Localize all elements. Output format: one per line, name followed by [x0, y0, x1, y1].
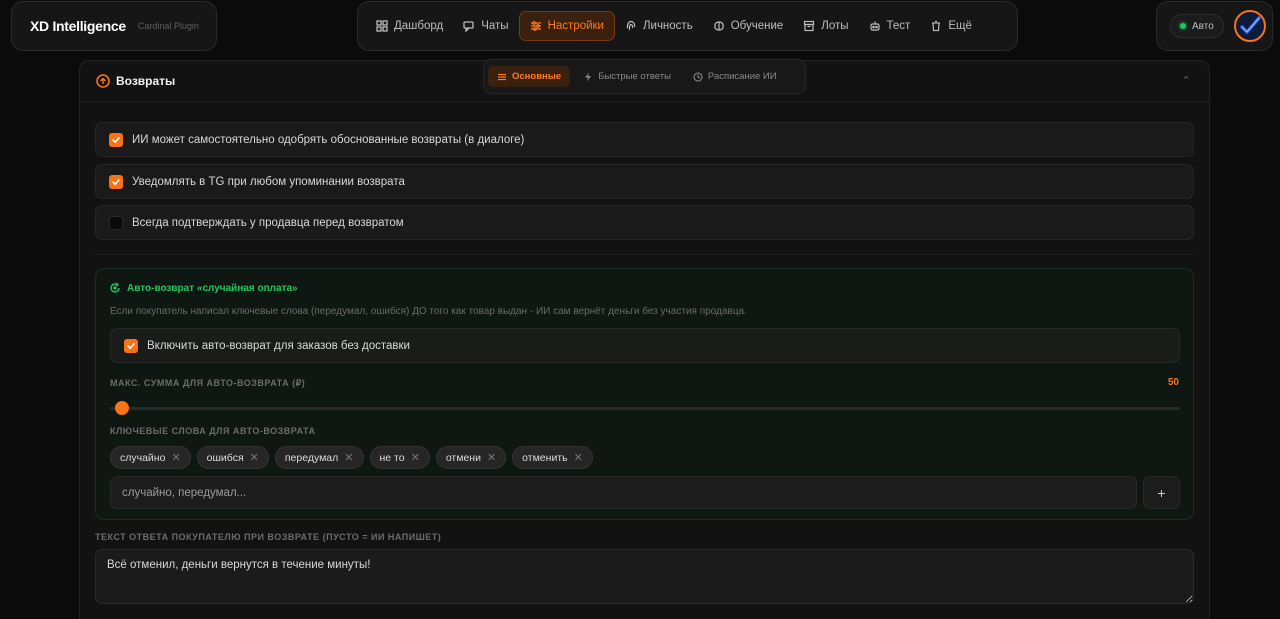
- tab-label: Быстрые ответы: [598, 71, 671, 82]
- remove-icon[interactable]: ✕: [250, 451, 259, 464]
- keyword-text: передумал: [284, 451, 339, 464]
- trash-icon: [932, 20, 941, 32]
- nav-label: Дашборд: [394, 20, 444, 32]
- nav-label: Личность: [642, 20, 693, 32]
- settings-subtabs: Основные Быстрые ответы Расписание ИИ: [483, 59, 806, 94]
- auto-refund-section: Авто-возврат «случайная оплата» Если пок…: [95, 268, 1194, 520]
- nav-label: Ещё: [948, 20, 972, 32]
- divider: [95, 254, 1194, 255]
- checkbox-checked[interactable]: [109, 132, 123, 147]
- checkbox-checked[interactable]: [124, 338, 138, 353]
- nav-item-dashboard[interactable]: Дашборд: [366, 11, 453, 41]
- avatar[interactable]: [1233, 10, 1266, 42]
- tab-label: Расписание ИИ: [707, 71, 777, 82]
- keyword-input[interactable]: [110, 476, 1137, 509]
- nav-item-training[interactable]: Обучение: [703, 11, 794, 41]
- remove-icon[interactable]: ✕: [411, 451, 420, 464]
- add-keyword-button[interactable]: +: [1143, 476, 1180, 509]
- option-label: ИИ может самостоятельно одобрять обоснов…: [132, 133, 525, 146]
- max-sum-label: Макс. сумма для авто-возврата (₽): [110, 378, 306, 388]
- keyword-tag: отменить ✕: [512, 446, 593, 469]
- nav-label: Чаты: [481, 20, 509, 32]
- option-label: Включить авто-возврат для заказов без до…: [147, 339, 410, 352]
- nav-item-lots[interactable]: Лоты: [793, 11, 858, 41]
- chevron-up-icon[interactable]: ⌃: [1182, 74, 1191, 87]
- chat-icon: [463, 21, 474, 32]
- dashboard-icon: [376, 20, 388, 32]
- checkbox-checked[interactable]: [109, 174, 123, 189]
- nav-label: Настройки: [547, 20, 604, 32]
- tab-basic[interactable]: Основные: [488, 66, 571, 87]
- keyword-tag: ошибся ✕: [196, 446, 269, 469]
- auto-refund-title: Авто-возврат «случайная оплата»: [109, 282, 298, 294]
- max-sum-value: 50: [1167, 377, 1179, 388]
- brand-subtitle: Cardinal Plugin: [137, 21, 199, 31]
- checkbox-unchecked[interactable]: [109, 215, 123, 230]
- nav-item-chats[interactable]: Чаты: [453, 11, 518, 41]
- max-sum-slider[interactable]: [110, 401, 1180, 415]
- option-always-confirm[interactable]: Всегда подтверждать у продавца перед воз…: [95, 205, 1194, 240]
- keyword-tag: передумал ✕: [274, 446, 364, 469]
- option-label: Уведомлять в TG при любом упоминании воз…: [132, 175, 405, 188]
- option-label: Всегда подтверждать у продавца перед воз…: [132, 216, 404, 229]
- clock-icon: [693, 71, 703, 82]
- nav-item-more[interactable]: Ещё: [920, 11, 982, 41]
- settings-sliders-icon: [530, 21, 541, 31]
- brand-name: XD Intelligence: [30, 18, 126, 34]
- keyword-text: отменить: [522, 451, 568, 464]
- fingerprint-icon: [626, 20, 636, 31]
- panel-title: Возвраты: [96, 74, 175, 88]
- nav-item-test[interactable]: Тест: [859, 11, 921, 41]
- refund-icon: [96, 74, 110, 88]
- remove-icon[interactable]: ✕: [344, 451, 353, 464]
- brand-box: XD Intelligence Cardinal Plugin: [11, 1, 217, 51]
- main-nav: Дашборд Чаты Настройки Личность Обучение…: [357, 1, 1018, 51]
- option-notify-tg[interactable]: Уведомлять в TG при любом упоминании воз…: [95, 164, 1194, 199]
- keyword-tags: случайно ✕ ошибся ✕ передумал ✕ не то ✕ отме…: [110, 446, 593, 469]
- brain-icon: [713, 21, 724, 31]
- remove-icon[interactable]: ✕: [574, 451, 583, 464]
- status-dot-icon: [1180, 23, 1186, 29]
- tab-quick-replies[interactable]: Быстрые ответы: [574, 66, 680, 87]
- keyword-tag: случайно ✕: [110, 446, 191, 469]
- user-box: Авто: [1156, 1, 1273, 51]
- keywords-label: Ключевые слова для авто-возврата: [110, 426, 316, 436]
- nav-label: Лоты: [821, 20, 849, 32]
- keyword-text: отмени: [445, 451, 481, 464]
- remove-icon[interactable]: ✕: [171, 451, 180, 464]
- checkmark-logo-icon: [1240, 16, 1261, 34]
- nav-label: Обучение: [730, 20, 784, 32]
- robot-icon: [869, 21, 880, 31]
- tab-label: Основные: [512, 71, 562, 82]
- auto-mode-label: Авто: [1192, 20, 1214, 32]
- lightning-icon: [585, 72, 592, 81]
- option-ai-approve-refunds[interactable]: ИИ может самостоятельно одобрять обоснов…: [95, 122, 1194, 157]
- auto-mode-toggle[interactable]: Авто: [1170, 14, 1224, 38]
- nav-label: Тест: [886, 20, 911, 32]
- sliders-icon: [498, 73, 506, 80]
- reply-text-label: Текст ответа покупателю при возврате (пу…: [95, 532, 442, 542]
- box-icon: [804, 20, 815, 32]
- check-icon: [112, 178, 120, 185]
- slider-thumb[interactable]: [114, 401, 129, 415]
- option-enable-auto-refund[interactable]: Включить авто-возврат для заказов без до…: [110, 328, 1180, 363]
- tab-ai-schedule[interactable]: Расписание ИИ: [684, 66, 786, 87]
- keyword-tag: не то ✕: [369, 446, 430, 469]
- keyword-text: не то: [379, 451, 405, 464]
- check-icon: [127, 342, 135, 349]
- keyword-text: случайно: [120, 451, 166, 464]
- check-icon: [112, 136, 120, 143]
- auto-refund-title-text: Авто-возврат «случайная оплата»: [127, 282, 298, 294]
- keyword-tag: отмени ✕: [435, 446, 507, 469]
- nav-item-settings[interactable]: Настройки: [518, 11, 615, 41]
- refresh-icon: [110, 282, 120, 293]
- reply-text-area[interactable]: Всё отменил, деньги вернутся в течение м…: [95, 549, 1194, 604]
- panel-title-text: Возвраты: [116, 74, 176, 88]
- auto-refund-description: Если покупатель написал ключевые слова (…: [110, 306, 747, 317]
- remove-icon[interactable]: ✕: [487, 451, 496, 464]
- keyword-text: ошибся: [206, 451, 244, 464]
- nav-item-personality[interactable]: Личность: [615, 11, 703, 41]
